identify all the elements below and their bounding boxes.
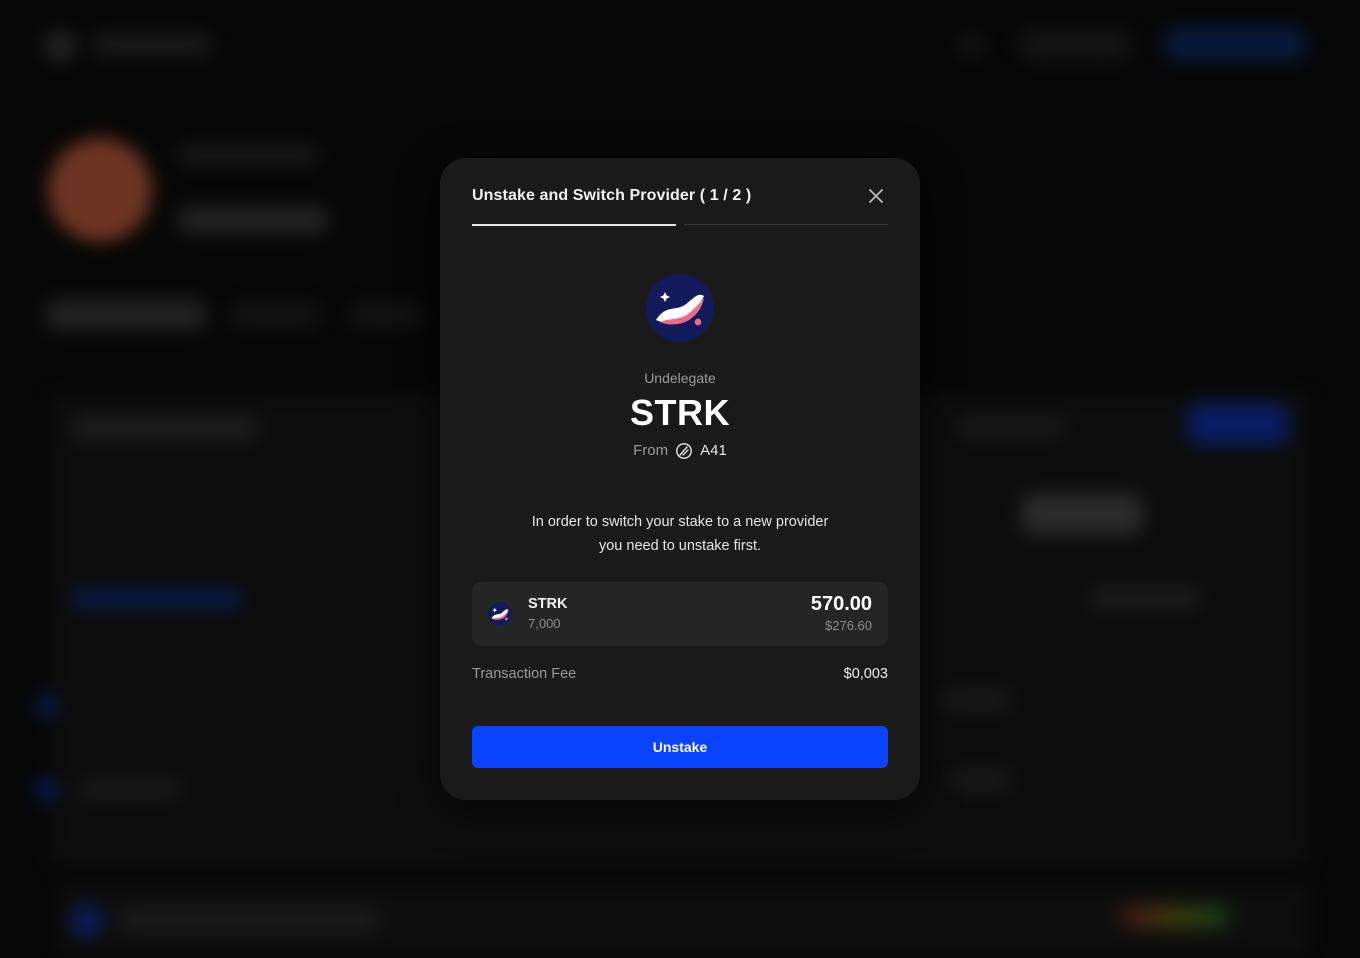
transaction-fee-row: Transaction Fee $0,003	[472, 666, 888, 686]
fee-label: Transaction Fee	[472, 666, 577, 682]
modal-title: Unstake and Switch Provider ( 1 / 2 )	[472, 187, 752, 204]
bg-footer-text	[120, 910, 380, 930]
bg-footer-bar	[1120, 906, 1230, 928]
bg-row-icon-2	[36, 780, 56, 800]
starknet-small-icon	[488, 602, 512, 626]
description: In order to switch your stake to a new p…	[480, 510, 880, 558]
bg-tab-2	[350, 304, 420, 326]
close-button[interactable]	[866, 186, 886, 206]
description-line-2: you need to unstake first.	[598, 538, 761, 554]
provider-a41-icon	[676, 442, 693, 459]
bg-row-text	[80, 780, 180, 798]
bg-footer-icon	[72, 906, 102, 936]
starknet-icon	[646, 274, 714, 342]
bg-header-icon	[960, 36, 982, 54]
app-screen: Unstake and Switch Provider ( 1 / 2 ) Un…	[0, 0, 1360, 958]
bg-row-amount-2	[950, 770, 1010, 790]
stake-amount-card: STRK 7,000 570.00 $276.60	[472, 582, 888, 646]
bg-row-button	[1022, 494, 1142, 534]
card-stake-amount: 570.00	[810, 593, 872, 615]
provider-logo	[676, 442, 693, 459]
bg-tab	[230, 304, 320, 326]
fee-value: $0,003	[843, 666, 888, 682]
bg-row-amount	[940, 690, 1010, 710]
bg-avatar	[48, 138, 152, 242]
from-provider-row: From A41	[440, 442, 920, 459]
step-progress	[472, 224, 888, 226]
description-line-1: In order to switch your stake to a new p…	[531, 514, 829, 530]
bg-tab-active	[46, 300, 206, 330]
bg-row-label	[72, 590, 242, 608]
bg-connect-button	[1165, 28, 1305, 60]
card-usd-value: $276.60	[825, 618, 872, 633]
close-icon	[869, 189, 883, 203]
bg-row-value	[1090, 588, 1200, 608]
step-2-indicator	[684, 224, 888, 225]
step-1-indicator	[472, 224, 676, 226]
unstake-button[interactable]: Unstake	[472, 726, 888, 768]
card-token-symbol: STRK	[528, 596, 568, 612]
bg-brand	[92, 34, 212, 56]
provider-name: A41	[700, 442, 727, 459]
card-token-logo	[488, 602, 512, 626]
modal-header: Unstake and Switch Provider ( 1 / 2 )	[472, 186, 888, 206]
bg-balance	[178, 206, 328, 234]
bg-header-button	[1020, 30, 1130, 60]
bg-panel-filter	[955, 416, 1065, 438]
token-name: STRK	[630, 392, 730, 433]
bg-row-icon	[36, 696, 56, 716]
bg-panel-title	[72, 416, 258, 440]
from-label: From	[633, 442, 669, 459]
strk-token-logo	[646, 274, 714, 342]
bg-logo	[44, 30, 76, 62]
unstake-modal: Unstake and Switch Provider ( 1 / 2 ) Un…	[440, 158, 920, 800]
card-token-balance: 7,000	[528, 616, 561, 631]
bg-panel-button	[1188, 404, 1288, 444]
action-label: Undelegate	[644, 370, 716, 386]
bg-address	[178, 146, 318, 164]
